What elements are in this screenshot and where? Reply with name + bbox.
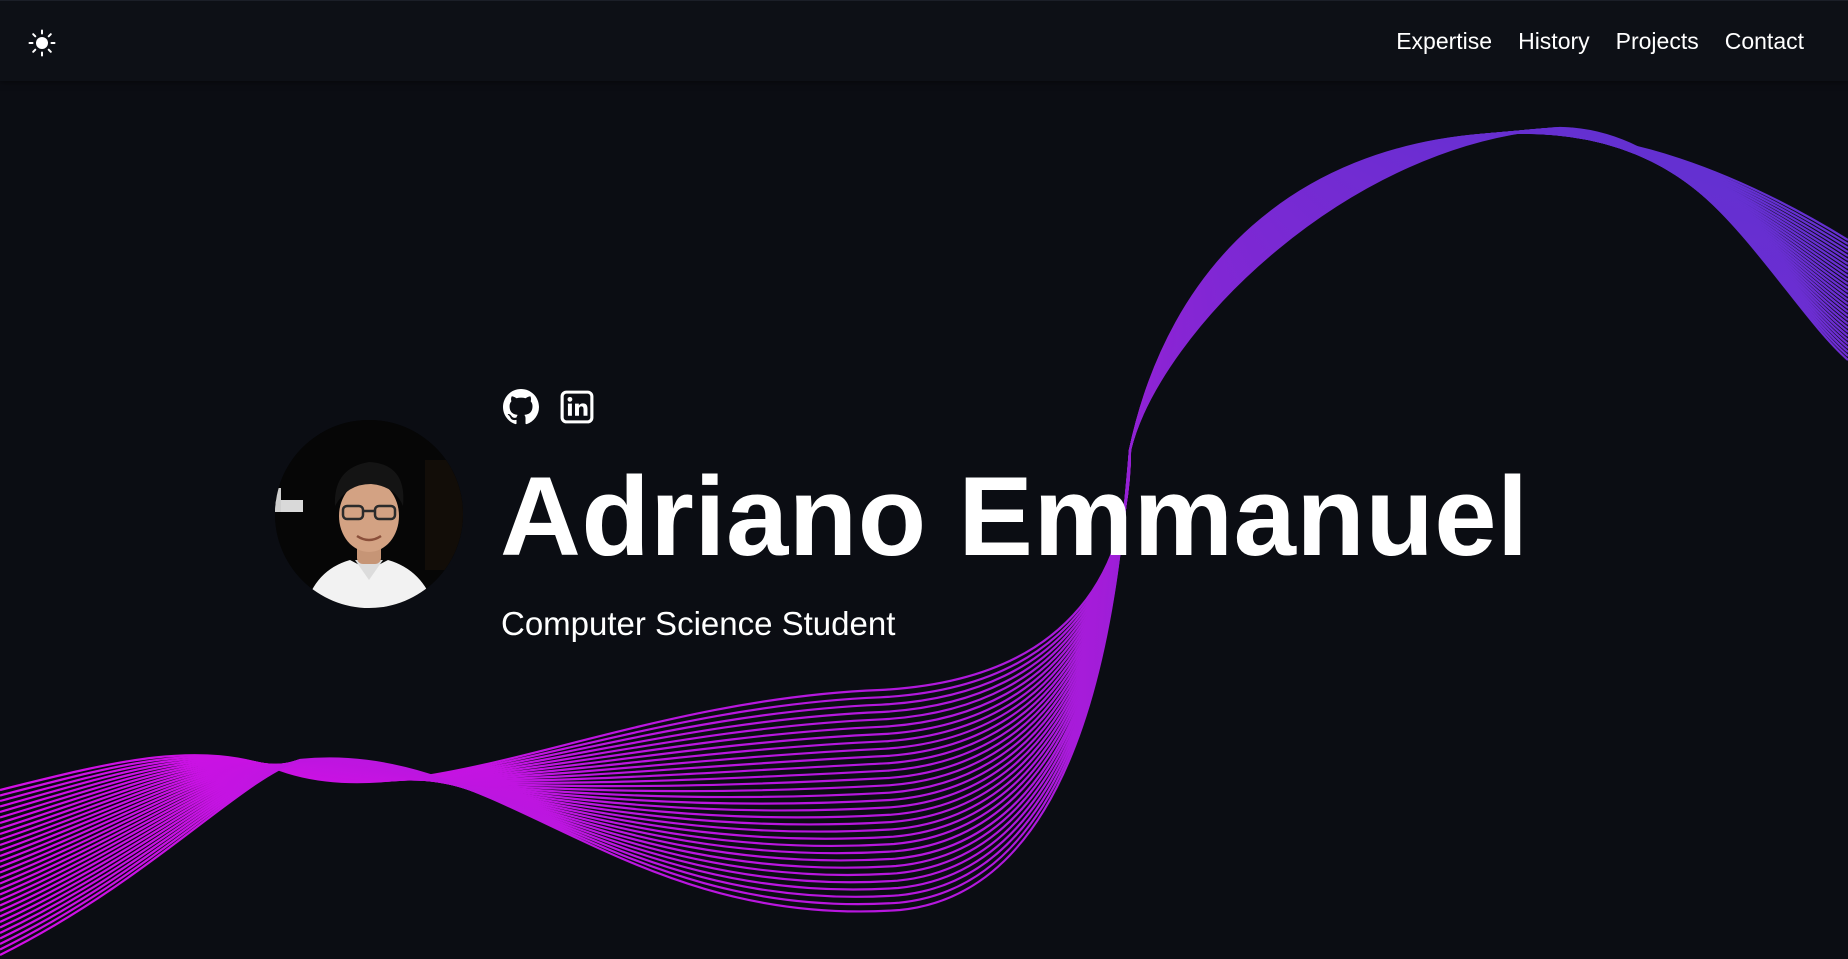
- github-icon: [503, 389, 539, 425]
- nav-link-expertise[interactable]: Expertise: [1396, 28, 1492, 55]
- theme-toggle-button[interactable]: [26, 27, 58, 59]
- sun-icon: [28, 29, 56, 57]
- profile-photo: [275, 420, 463, 608]
- nav-link-history[interactable]: History: [1518, 28, 1590, 55]
- hero-subtitle: Computer Science Student: [501, 605, 896, 642]
- social-links: [502, 388, 596, 426]
- nav-menu: Expertise History Projects Contact: [1396, 1, 1804, 81]
- navbar: Expertise History Projects Contact: [0, 0, 1848, 81]
- avatar: [275, 420, 463, 608]
- hero-section: Adriano Emmanuel Computer Science Studen…: [0, 0, 1848, 959]
- page: Expertise History Projects Contact Adria…: [0, 0, 1848, 959]
- nav-link-contact[interactable]: Contact: [1725, 28, 1804, 55]
- linkedin-link[interactable]: [558, 388, 596, 426]
- github-link[interactable]: [502, 388, 540, 426]
- linkedin-icon: [560, 390, 594, 424]
- nav-link-projects[interactable]: Projects: [1616, 28, 1699, 55]
- hero-name: Adriano Emmanuel: [500, 454, 1529, 579]
